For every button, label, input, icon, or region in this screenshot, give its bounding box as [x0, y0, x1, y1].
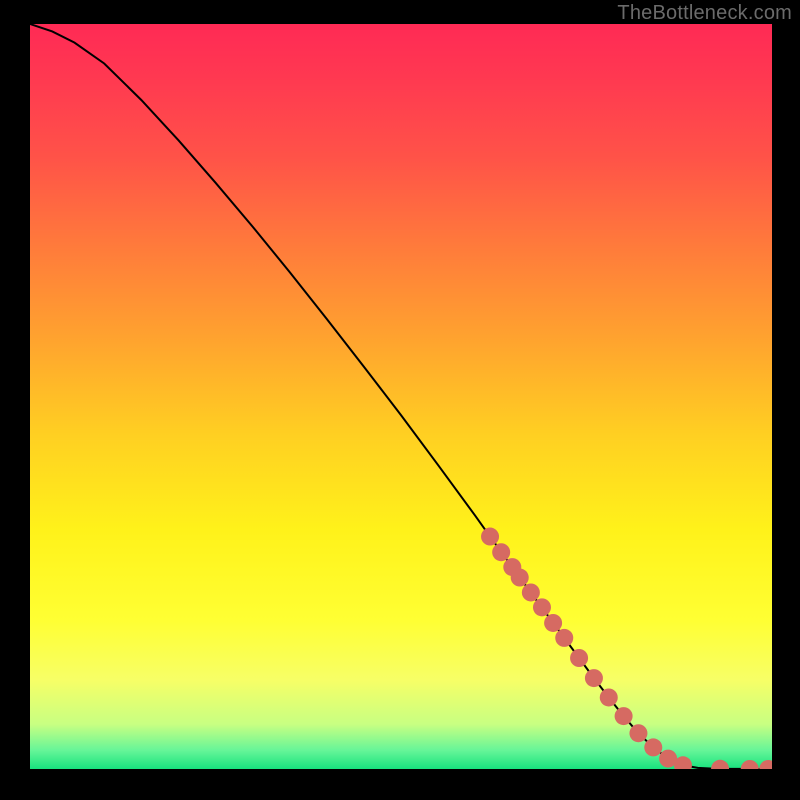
data-point: [481, 528, 499, 546]
data-point: [629, 724, 647, 742]
data-point: [585, 669, 603, 687]
data-point: [544, 614, 562, 632]
chart-stage: TheBottleneck.com: [0, 0, 800, 800]
chart-svg: [0, 0, 800, 800]
plot-background: [30, 24, 772, 769]
data-point: [644, 738, 662, 756]
watermark-label: TheBottleneck.com: [617, 2, 792, 25]
data-point: [492, 543, 510, 561]
data-point: [600, 688, 618, 706]
data-point: [674, 756, 692, 774]
data-point: [511, 569, 529, 587]
data-point: [570, 649, 588, 667]
data-point: [759, 760, 777, 778]
data-point: [555, 629, 573, 647]
data-point: [711, 760, 729, 778]
data-point: [741, 760, 759, 778]
data-point: [615, 707, 633, 725]
data-point: [533, 598, 551, 616]
data-point: [522, 583, 540, 601]
